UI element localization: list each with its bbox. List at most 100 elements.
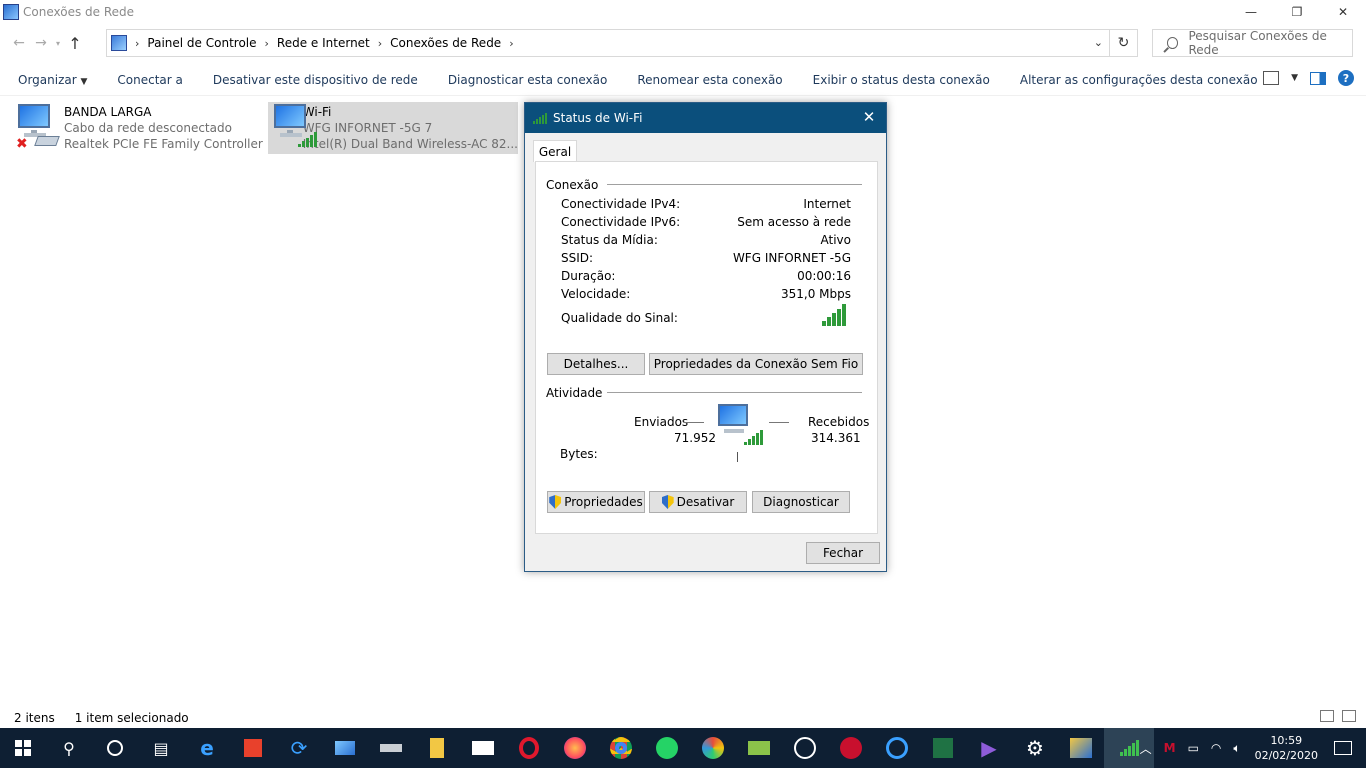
chevron-right-icon[interactable]: › xyxy=(509,37,513,50)
antivirus-icon[interactable] xyxy=(828,728,874,768)
paint-icon[interactable] xyxy=(690,728,736,768)
preview-pane-icon[interactable] xyxy=(1310,71,1326,85)
mail-icon[interactable] xyxy=(460,728,506,768)
settings-gear-icon[interactable]: ⚙ xyxy=(1012,728,1058,768)
view-options-caret-icon[interactable]: ▼ xyxy=(1291,73,1298,83)
close-window-button[interactable]: ✕ xyxy=(1320,0,1366,24)
close-dialog-button[interactable]: Fechar xyxy=(806,542,880,564)
row-label: Velocidade: xyxy=(561,287,631,301)
drive-icon[interactable] xyxy=(368,728,414,768)
recent-locations-icon[interactable]: ▾ xyxy=(52,31,64,55)
control-panel-icon xyxy=(111,35,127,51)
bytes-sent-value: 71.952 xyxy=(674,431,716,445)
wifi-status-dialog: Status de Wi-Fi ✕ Geral Conexão Conectiv… xyxy=(524,102,887,572)
file-explorer-icon[interactable] xyxy=(414,728,460,768)
ccleaner-icon[interactable] xyxy=(874,728,920,768)
title-bar: Conexões de Rede — ❐ ✕ xyxy=(0,0,1366,24)
whatsapp-icon[interactable] xyxy=(644,728,690,768)
control-panel-taskbar-icon[interactable] xyxy=(1058,728,1104,768)
received-dash xyxy=(769,422,789,423)
connection-status: WFG INFORNET -5G 7 xyxy=(302,121,433,135)
info-row: Conectividade IPv4: Internet xyxy=(561,197,851,215)
connection-wifi[interactable]: Wi-Fi WFG INFORNET -5G 7 Intel(R) Dual B… xyxy=(268,102,518,154)
firefox-icon[interactable] xyxy=(552,728,598,768)
up-arrow-icon[interactable]: ↑ xyxy=(64,31,86,55)
clock-time: 10:59 xyxy=(1270,734,1303,747)
wifi-signal-icon xyxy=(533,112,547,124)
media-player-icon[interactable]: ▶ xyxy=(966,728,1012,768)
wifi-tray-icon[interactable]: ◠ xyxy=(1211,741,1221,755)
connection-name: Wi-Fi xyxy=(302,105,332,119)
row-value: Ativo xyxy=(820,233,851,247)
item-count: 2 itens xyxy=(14,711,55,725)
breadcrumb-network-connections[interactable]: Conexões de Rede xyxy=(390,36,501,50)
view-status-button[interactable]: Exibir o status desta conexão xyxy=(798,73,1005,87)
back-arrow-icon[interactable]: ← xyxy=(8,31,30,55)
opera-icon[interactable] xyxy=(506,728,552,768)
search-taskbar-icon[interactable]: ⚲ xyxy=(46,728,92,768)
address-bar[interactable]: › Painel de Controle › Rede e Internet ›… xyxy=(106,29,1110,57)
details-button[interactable]: Detalhes... xyxy=(547,353,645,375)
wireless-properties-button[interactable]: Propriedades da Conexão Sem Fio xyxy=(649,353,863,375)
diagnose-connection-button[interactable]: Diagnosticar esta conexão xyxy=(433,73,623,87)
minimize-button[interactable]: — xyxy=(1228,0,1274,24)
details-view-icon[interactable] xyxy=(1320,710,1334,722)
refresh-icon[interactable]: ↻ xyxy=(1110,29,1138,57)
chevron-right-icon[interactable]: › xyxy=(378,37,382,50)
connection-ethernet[interactable]: ✖ BANDA LARGA Cabo da rede desconectado … xyxy=(14,102,264,154)
selected-count: 1 item selecionado xyxy=(74,711,189,725)
search-input[interactable]: Pesquisar Conexões de Rede xyxy=(1152,29,1353,57)
computer-app-icon[interactable] xyxy=(322,728,368,768)
power-app-icon[interactable] xyxy=(230,728,276,768)
organize-button[interactable]: Organizar ▼ xyxy=(0,73,102,87)
large-icons-view-icon[interactable] xyxy=(1342,710,1356,722)
battery-icon[interactable]: ▭ xyxy=(1188,741,1199,755)
start-button[interactable] xyxy=(0,728,46,768)
breadcrumb-network-internet[interactable]: Rede e Internet xyxy=(277,36,370,50)
sync-icon[interactable]: ⟳ xyxy=(276,728,322,768)
task-view-icon[interactable]: ▤ xyxy=(138,728,184,768)
clock[interactable]: 10:59 02/02/2020 xyxy=(1255,733,1318,763)
disable-button[interactable]: Desativar xyxy=(649,491,747,513)
activity-signal-icon xyxy=(744,430,763,445)
connection-group-label: Conexão xyxy=(546,178,599,192)
signal-bars-icon xyxy=(298,132,317,147)
excel-icon[interactable] xyxy=(920,728,966,768)
activity-group-line xyxy=(607,392,862,393)
info-row: Status da Mídia: Ativo xyxy=(561,233,851,251)
forward-arrow-icon[interactable]: → xyxy=(30,31,52,55)
tab-general[interactable]: Geral xyxy=(533,140,577,162)
signal-row: Qualidade do Sinal: xyxy=(561,311,851,329)
chevron-down-icon[interactable]: ⌄ xyxy=(1094,36,1103,49)
cortana-icon[interactable] xyxy=(92,728,138,768)
printer-app-icon[interactable] xyxy=(736,728,782,768)
change-view-icon[interactable] xyxy=(1263,71,1280,85)
edge-icon[interactable]: e xyxy=(184,728,230,768)
chrome-icon[interactable] xyxy=(598,728,644,768)
organize-label: Organizar xyxy=(18,72,77,87)
notification-icon[interactable] xyxy=(1334,741,1352,755)
close-icon[interactable]: ✕ xyxy=(860,108,878,126)
breadcrumb-control-panel[interactable]: Painel de Controle xyxy=(147,36,256,50)
rename-connection-button[interactable]: Renomear esta conexão xyxy=(622,73,797,87)
help-icon[interactable]: ? xyxy=(1338,70,1354,86)
chevron-right-icon[interactable]: › xyxy=(265,37,269,50)
connection-group-line xyxy=(607,184,862,185)
change-settings-button[interactable]: Alterar as configurações desta conexão xyxy=(1005,73,1273,87)
restore-button[interactable]: ❐ xyxy=(1274,0,1320,24)
info-row: Velocidade: 351,0 Mbps xyxy=(561,287,851,305)
disable-device-button[interactable]: Desativar este dispositivo de rede xyxy=(198,73,433,87)
row-label: Duração: xyxy=(561,269,616,283)
diagnose-button[interactable]: Diagnosticar xyxy=(752,491,850,513)
volume-icon[interactable]: 🔈︎ xyxy=(1233,741,1240,756)
connect-to-button[interactable]: Conectar a xyxy=(102,73,197,87)
received-label: Recebidos xyxy=(808,415,870,429)
uac-shield-icon xyxy=(661,495,674,509)
window-controls: — ❐ ✕ xyxy=(1228,0,1366,24)
sent-dash xyxy=(684,422,704,423)
show-hidden-icons-icon[interactable]: ︿ xyxy=(1140,740,1152,757)
speedometer-icon[interactable] xyxy=(782,728,828,768)
properties-button[interactable]: Propriedades xyxy=(547,491,645,513)
mcafee-tray-icon[interactable]: M xyxy=(1164,741,1176,755)
connection-adapter: Realtek PCIe FE Family Controller xyxy=(64,137,263,151)
